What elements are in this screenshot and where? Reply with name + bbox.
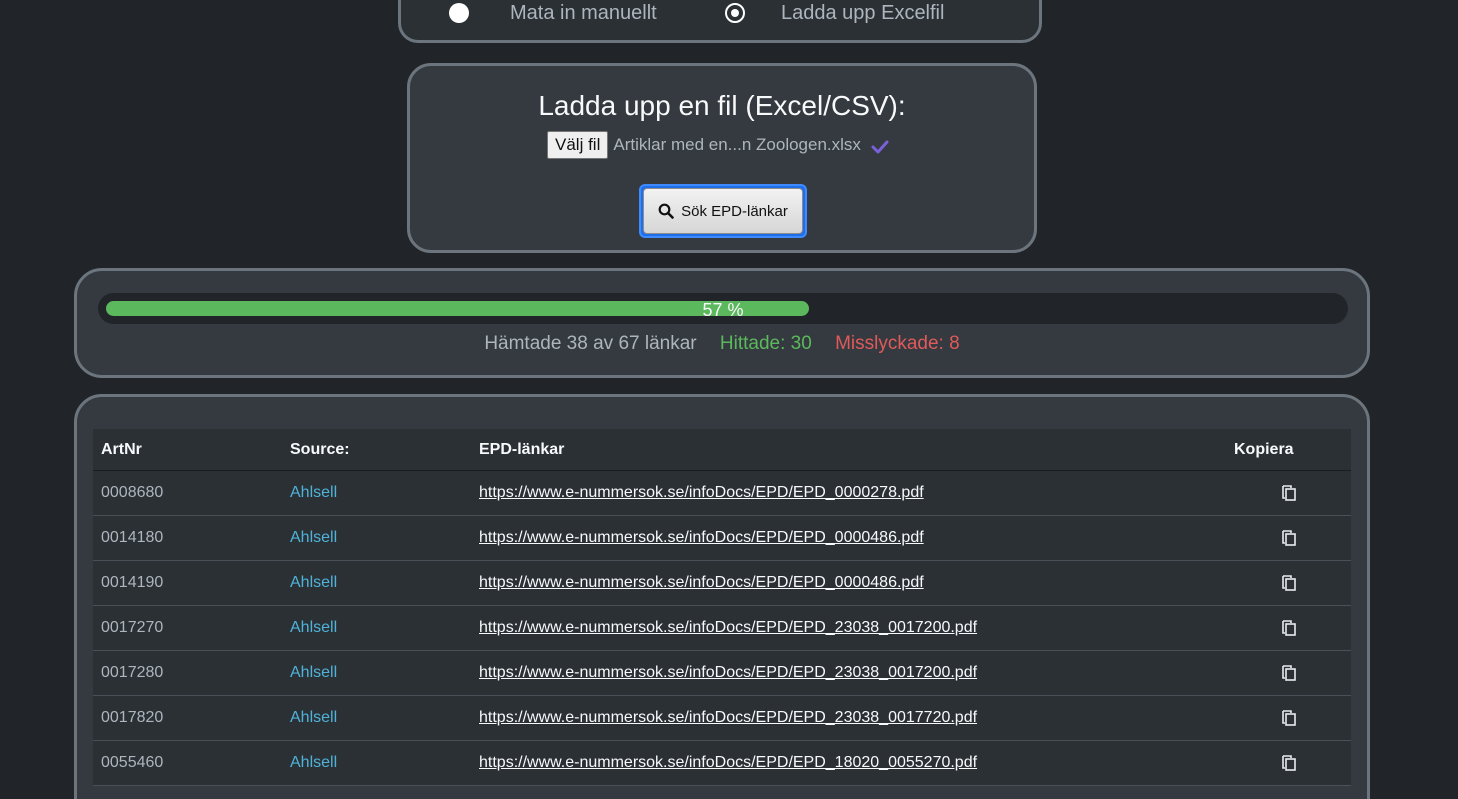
results-table-body: 0008680 Ahlsell https://www.e-nummersok.… (93, 470, 1351, 786)
artnr-cell: 0014180 (93, 515, 282, 561)
source-link[interactable]: Ahlsell (290, 709, 337, 726)
selected-file-name: Artiklar med en...n Zoologen.xlsx (613, 135, 861, 154)
copy-icon[interactable] (1279, 753, 1299, 773)
copy-icon[interactable] (1279, 618, 1299, 638)
artnr-cell: 0014190 (93, 560, 282, 606)
search-icon (658, 203, 674, 219)
progress-percent: 57 % (702, 300, 744, 320)
column-header-epd-links: EPD-länkar (471, 429, 1226, 471)
source-link[interactable]: Ahlsell (290, 619, 337, 636)
epd-link[interactable]: https://www.e-nummersok.se/infoDocs/EPD/… (479, 709, 977, 726)
progress-card: 57 % Hämtade 38 av 67 länkar Hittade: 30… (74, 268, 1370, 378)
source-link[interactable]: Ahlsell (290, 484, 337, 501)
column-header-source: Source: (282, 429, 471, 471)
upload-title: Ladda upp en fil (Excel/CSV): (538, 90, 906, 121)
table-row: 0017820 Ahlsell https://www.e-nummersok.… (93, 695, 1351, 741)
table-row: 0014190 Ahlsell https://www.e-nummersok.… (93, 560, 1351, 606)
table-header-row: ArtNr Source: EPD-länkar Kopiera (93, 429, 1351, 471)
copy-icon[interactable] (1279, 573, 1299, 593)
artnr-cell: 0017270 (93, 605, 282, 651)
copy-icon[interactable] (1279, 708, 1299, 728)
fetched-count: Hämtade 38 av 67 länkar (484, 333, 697, 354)
progress-stats: Hämtade 38 av 67 länkar Hittade: 30 Miss… (77, 333, 1367, 355)
copy-icon[interactable] (1279, 528, 1299, 548)
search-epd-button[interactable]: Sök EPD-länkar (639, 184, 807, 238)
epd-link[interactable]: https://www.e-nummersok.se/infoDocs/EPD/… (479, 529, 924, 546)
epd-link[interactable]: https://www.e-nummersok.se/infoDocs/EPD/… (479, 484, 924, 501)
copy-icon[interactable] (1279, 483, 1299, 503)
column-header-copy: Kopiera (1226, 429, 1351, 471)
artnr-cell: 0017820 (93, 695, 282, 741)
source-link[interactable]: Ahlsell (290, 754, 337, 771)
table-row: 0017270 Ahlsell https://www.e-nummersok.… (93, 605, 1351, 651)
radio-upload-excel[interactable] (725, 3, 745, 23)
artnr-cell: 0055460 (93, 740, 282, 786)
copy-icon[interactable] (1279, 663, 1299, 683)
artnr-cell: 0017280 (93, 650, 282, 696)
results-table: ArtNr Source: EPD-länkar Kopiera 0008680… (93, 429, 1351, 786)
failed-count: Misslyckade: 8 (835, 333, 960, 354)
source-link[interactable]: Ahlsell (290, 529, 337, 546)
file-input: Välj fil Artiklar med en...n Zoologen.xl… (547, 130, 889, 160)
table-row: 0017280 Ahlsell https://www.e-nummersok.… (93, 650, 1351, 696)
page: Mata in manuellt Ladda upp Excelfil Ladd… (0, 0, 1458, 799)
table-row: 0014180 Ahlsell https://www.e-nummersok.… (93, 515, 1351, 561)
epd-link[interactable]: https://www.e-nummersok.se/infoDocs/EPD/… (479, 574, 924, 591)
column-header-artnr: ArtNr (93, 429, 282, 471)
table-row: 0055460 Ahlsell https://www.e-nummersok.… (93, 740, 1351, 786)
epd-link[interactable]: https://www.e-nummersok.se/infoDocs/EPD/… (479, 754, 977, 771)
epd-link[interactable]: https://www.e-nummersok.se/infoDocs/EPD/… (479, 664, 977, 681)
input-mode-card: Mata in manuellt Ladda upp Excelfil (398, 0, 1042, 43)
source-link[interactable]: Ahlsell (290, 664, 337, 681)
artnr-cell: 0008680 (93, 470, 282, 516)
found-count: Hittade: 30 (719, 333, 812, 354)
progress-bar: 57 % (98, 293, 1348, 324)
radio-manual-input[interactable] (449, 3, 469, 23)
epd-link[interactable]: https://www.e-nummersok.se/infoDocs/EPD/… (479, 619, 977, 636)
source-link[interactable]: Ahlsell (290, 574, 337, 591)
checkmark-icon (871, 140, 889, 154)
radio-manual-input-label[interactable]: Mata in manuellt (510, 2, 657, 25)
upload-card: Ladda upp en fil (Excel/CSV): Välj fil A… (407, 63, 1037, 253)
choose-file-button[interactable]: Välj fil (547, 131, 609, 159)
results-card: ArtNr Source: EPD-länkar Kopiera 0008680… (74, 394, 1370, 799)
table-row: 0008680 Ahlsell https://www.e-nummersok.… (93, 470, 1351, 516)
radio-upload-excel-label[interactable]: Ladda upp Excelfil (781, 2, 944, 25)
search-epd-button-label: Sök EPD-länkar (681, 202, 788, 220)
